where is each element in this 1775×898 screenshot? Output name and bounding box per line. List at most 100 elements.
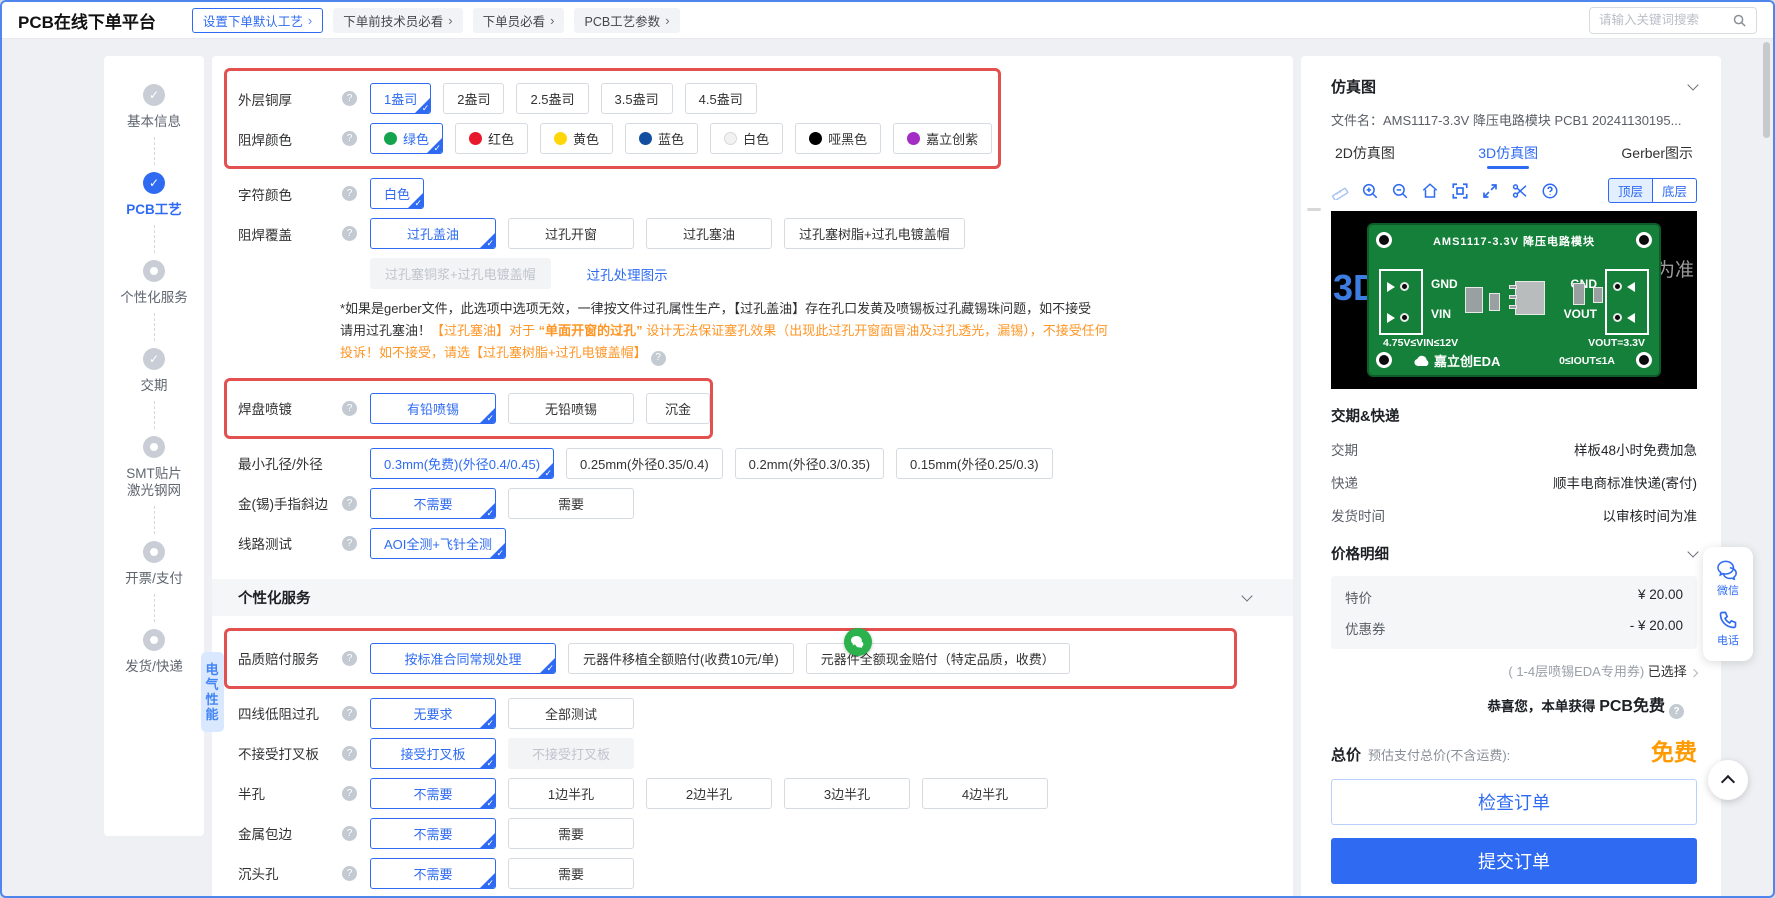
chevron-down-icon[interactable] — [1687, 546, 1699, 558]
option-button[interactable]: 0.15mm(外径0.25/0.3) — [896, 447, 1053, 479]
option-button[interactable]: 红色 — [455, 123, 529, 154]
option-button[interactable]: 1边半孔 — [508, 777, 634, 809]
option-button[interactable]: 4边半孔 — [922, 777, 1048, 809]
option-button[interactable]: 不需要 — [370, 857, 496, 889]
option-button[interactable]: 过孔塞油 — [646, 218, 772, 249]
help-icon[interactable]: ? — [342, 865, 357, 881]
phone-contact-button[interactable]: 电话 — [1717, 606, 1739, 652]
submit-order-button[interactable]: 提交订单 — [1331, 838, 1697, 884]
help-icon[interactable]: ? — [342, 705, 357, 721]
help-icon[interactable]: ? — [342, 226, 357, 241]
header-nav-button[interactable]: PCB工艺参数 — [574, 7, 680, 33]
step-5[interactable]: SMT贴片 激光钢网 — [126, 436, 182, 499]
help-icon[interactable]: ? — [342, 745, 357, 761]
chevron-down-icon[interactable] — [1687, 79, 1699, 91]
option-button[interactable]: 不需要 — [370, 817, 496, 849]
color-swatch-dot — [554, 132, 568, 145]
help-icon[interactable]: ? — [342, 535, 357, 551]
frame-select-icon[interactable] — [1451, 182, 1469, 200]
chevron-down-icon[interactable] — [1241, 589, 1253, 602]
coupon-line[interactable]: ( 1-4层喷锡EDA专用券) 已选择 — [1331, 661, 1699, 680]
header-nav-button[interactable]: 设置下单默认工艺 — [191, 7, 324, 33]
wechat-badge-icon[interactable] — [844, 627, 872, 656]
home-icon[interactable] — [1421, 182, 1439, 200]
option-button[interactable]: 0.2mm(外径0.3/0.35) — [734, 447, 885, 479]
help-icon[interactable]: ? — [342, 650, 357, 666]
option-button[interactable]: 有铅喷锡 — [370, 392, 496, 424]
option-button[interactable]: 需要 — [508, 487, 634, 519]
option-button[interactable]: 3.5盎司 — [600, 83, 673, 114]
option-button[interactable]: 白色 — [710, 123, 784, 154]
help-icon[interactable]: ? — [342, 131, 357, 146]
option-button[interactable]: 2边半孔 — [646, 777, 772, 809]
option-button[interactable]: 不需要 — [370, 777, 496, 809]
ruler-icon[interactable] — [1331, 182, 1349, 200]
step-2[interactable]: ✓ PCB工艺 — [126, 172, 182, 218]
panel-collapse-handle[interactable] — [1307, 208, 1321, 211]
cut-icon[interactable] — [1511, 182, 1529, 200]
option-button[interactable]: 0.3mm(免费)(外径0.4/0.45) — [370, 447, 555, 479]
option-button[interactable]: AOI全测+飞针全测 — [370, 527, 506, 559]
option-button[interactable]: 无铅喷锡 — [508, 392, 634, 424]
fullscreen-icon[interactable] — [1481, 182, 1499, 200]
header-nav-button[interactable]: 下单员必看 — [472, 7, 565, 33]
header-nav-button[interactable]: 下单前技术员必看 — [333, 7, 463, 33]
search-input[interactable] — [1599, 13, 1726, 27]
option-button[interactable]: 元器件移植全额赔付(收费10元/单) — [568, 642, 794, 674]
help-icon[interactable]: ? — [342, 495, 357, 511]
zoom-in-icon[interactable] — [1361, 182, 1379, 200]
zoom-out-icon[interactable] — [1391, 182, 1409, 200]
wechat-contact-button[interactable]: 微信 — [1717, 556, 1739, 602]
option-button[interactable]: 白色 — [370, 178, 425, 209]
option-button[interactable]: 过孔盖油 — [370, 218, 496, 249]
option-button[interactable]: 接受打叉板 — [370, 737, 496, 769]
via-diagram-link[interactable]: 过孔处理图示 — [587, 264, 668, 284]
search-box[interactable] — [1589, 6, 1757, 34]
option-button[interactable]: 需要 — [508, 857, 634, 889]
step-7[interactable]: 发货/快递 — [125, 629, 183, 675]
option-button[interactable]: 嘉立创紫 — [893, 123, 993, 154]
option-button[interactable]: 按标准合同常规处理 — [370, 642, 556, 674]
option-button[interactable]: 无要求 — [370, 697, 496, 729]
option-button[interactable]: 过孔开窗 — [508, 218, 634, 249]
option-button[interactable]: 2.5盎司 — [516, 83, 589, 114]
option-button[interactable]: 不需要 — [370, 487, 496, 519]
step-3[interactable]: 个性化服务 — [120, 260, 188, 306]
tab-view[interactable]: Gerber图示 — [1621, 143, 1693, 169]
help-icon[interactable]: ? — [342, 785, 357, 801]
pcb-3d-preview[interactable]: 3D 为准 AMS1117-3.3V 降压电路模块 GND VIN VOUT 4… — [1331, 211, 1697, 389]
help-icon[interactable]: ? — [342, 400, 357, 416]
option-button[interactable]: 0.25mm(外径0.35/0.4) — [566, 447, 723, 479]
option-button[interactable]: 哑黑色 — [795, 123, 882, 154]
option-button[interactable]: 3边半孔 — [784, 777, 910, 809]
tab-view[interactable]: 2D仿真图 — [1335, 143, 1395, 169]
option-button[interactable]: 1盎司 — [370, 83, 432, 114]
option-label: 不需要 — [413, 826, 453, 842]
option-button[interactable]: 2盎司 — [443, 83, 505, 114]
option-button[interactable]: 需要 — [508, 817, 634, 849]
option-label: 哑黑色 — [828, 132, 868, 147]
search-icon[interactable] — [1732, 13, 1747, 28]
check-order-button[interactable]: 检查订单 — [1331, 779, 1697, 825]
option-button[interactable]: 黄色 — [540, 123, 614, 154]
back-to-top-button[interactable] — [1708, 760, 1748, 800]
option-button[interactable]: 过孔塞树脂+过孔电镀盖帽 — [784, 218, 965, 249]
help-icon[interactable]: ? — [650, 350, 666, 366]
option-button[interactable]: 绿色 — [370, 123, 444, 154]
option-button[interactable]: 全部测试 — [508, 697, 634, 729]
help-icon[interactable]: ? — [342, 825, 357, 841]
layer-button[interactable]: 顶层 — [1607, 178, 1653, 203]
tab-active[interactable]: 3D仿真图 — [1478, 143, 1538, 169]
help-icon[interactable]: ? — [342, 91, 357, 106]
help-icon[interactable]: ? — [1669, 704, 1684, 719]
page-scrollbar[interactable] — [1763, 42, 1770, 138]
help-icon[interactable]: ? — [342, 186, 357, 201]
option-button[interactable]: 蓝色 — [625, 123, 699, 154]
layer-button[interactable]: 底层 — [1652, 178, 1697, 203]
step-1[interactable]: ✓ 基本信息 — [127, 84, 181, 130]
help-icon[interactable] — [1541, 182, 1559, 200]
option-button[interactable]: 4.5盎司 — [684, 83, 757, 114]
step-6[interactable]: 开票/支付 — [125, 541, 183, 587]
option-button[interactable]: 沉金 — [646, 392, 710, 424]
step-4[interactable]: ✓ 交期 — [141, 348, 168, 394]
